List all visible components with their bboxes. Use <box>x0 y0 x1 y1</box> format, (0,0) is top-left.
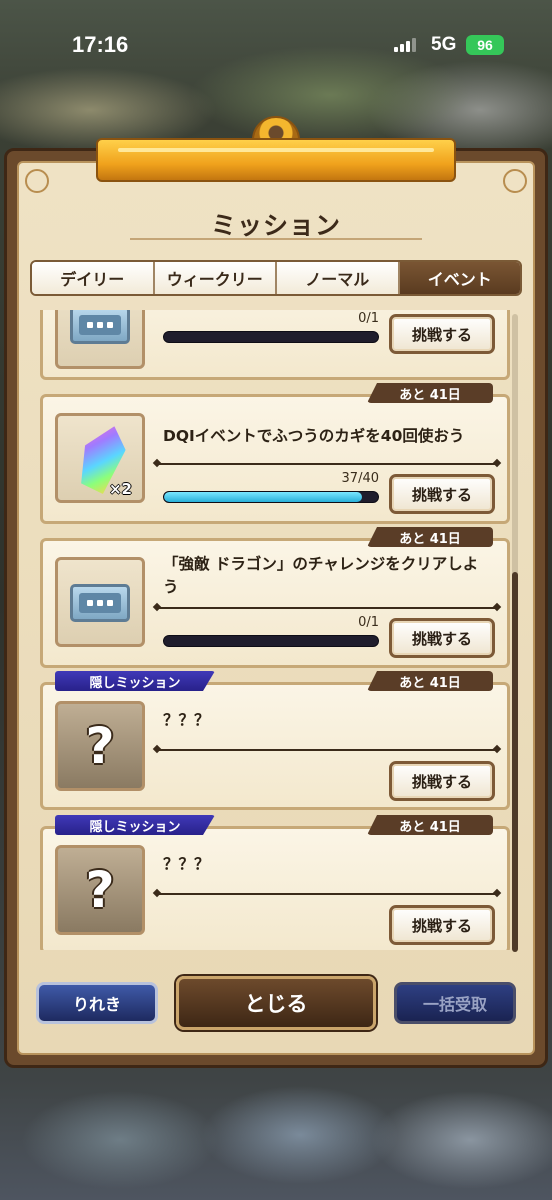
mission-card-hidden: 隠しミッション あと 41日 ? ？？？ 挑戦する <box>40 815 510 950</box>
days-left-badge: あと 41日 <box>367 383 493 403</box>
days-left-badge: あと 41日 <box>367 815 493 835</box>
dialog-crest <box>96 138 456 182</box>
tab-weekly[interactable]: ウィークリー <box>154 262 277 294</box>
mission-divider <box>157 463 497 465</box>
progress-fill <box>164 492 362 502</box>
question-mark-icon: ? <box>85 861 115 919</box>
days-left-badge: あと 41日 <box>367 527 493 547</box>
scroll-thumb[interactable] <box>512 572 518 952</box>
challenge-button[interactable]: 挑戦する <box>389 314 495 354</box>
reward-quantity: ×2 <box>108 480 132 498</box>
reward-icon-box: ? <box>55 701 145 791</box>
reward-icon-box <box>55 557 145 647</box>
network-label: 5G <box>431 34 457 55</box>
tab-event[interactable]: イベント <box>399 262 520 294</box>
mission-card: あと 41日 「強敵 ドラゴン」のチャレンジをクリアしよう 0/1 挑戦する <box>40 527 510 668</box>
mission-list[interactable]: 0/1 挑戦する あと 41日 ×2 DQⅠイベントでふつうのカギを40回使おう… <box>40 310 510 950</box>
mission-card: あと 41日 ×2 DQⅠイベントでふつうのカギを40回使おう 37/40 挑戦… <box>40 383 510 524</box>
hidden-mission-tag: 隠しミッション <box>55 815 215 835</box>
progress-bar <box>163 331 379 343</box>
reward-icon-box: ? <box>55 845 145 935</box>
challenge-button[interactable]: 挑戦する <box>389 474 495 514</box>
ticket-icon <box>70 584 130 622</box>
mission-text: ？？？ <box>163 855 210 873</box>
progress-bar <box>163 491 379 503</box>
challenge-button[interactable]: 挑戦する <box>389 905 495 945</box>
progress-bar <box>163 635 379 647</box>
ornament-icon <box>25 169 49 193</box>
challenge-button[interactable]: 挑戦する <box>389 761 495 801</box>
ticket-icon <box>70 310 130 344</box>
hidden-mission-tag: 隠しミッション <box>55 671 215 691</box>
progress-label: 37/40 <box>341 471 379 486</box>
mission-text: 「強敵 ドラゴン」のチャレンジをクリアしよう <box>163 555 479 596</box>
claim-all-button[interactable]: 一括受取 <box>394 982 516 1024</box>
mission-text: DQⅠイベントでふつうのカギを40回使おう <box>163 427 465 445</box>
tab-normal[interactable]: ノーマル <box>277 262 400 294</box>
tab-bar: デイリー ウィークリー ノーマル イベント <box>30 260 522 296</box>
battery-level: 96 <box>477 37 493 53</box>
reward-icon-box: ×2 <box>55 413 145 503</box>
challenge-button[interactable]: 挑戦する <box>389 618 495 658</box>
history-button[interactable]: りれき <box>36 982 158 1024</box>
mission-card-hidden: 隠しミッション あと 41日 ? ？？？ 挑戦する <box>40 671 510 810</box>
close-button[interactable]: とじる <box>176 976 376 1030</box>
mission-divider <box>157 749 497 751</box>
ornament-icon <box>503 169 527 193</box>
dialog-title: ミッション <box>210 211 341 240</box>
mission-divider <box>157 893 497 895</box>
days-left-badge: あと 41日 <box>367 671 493 691</box>
tab-daily[interactable]: デイリー <box>32 262 155 294</box>
battery-icon: 96 <box>466 35 504 55</box>
progress-label: 0/1 <box>358 615 379 630</box>
question-mark-icon: ? <box>85 717 115 775</box>
signal-icon <box>394 38 416 52</box>
reward-icon-box <box>55 310 145 369</box>
progress-label: 0/1 <box>358 311 379 326</box>
mission-card: 0/1 挑戦する <box>40 310 510 380</box>
mission-text: ？？？ <box>163 711 210 729</box>
status-time: 17:16 <box>72 32 129 57</box>
scrollbar[interactable] <box>512 314 518 952</box>
mission-divider <box>157 607 497 609</box>
title-divider <box>130 238 422 240</box>
